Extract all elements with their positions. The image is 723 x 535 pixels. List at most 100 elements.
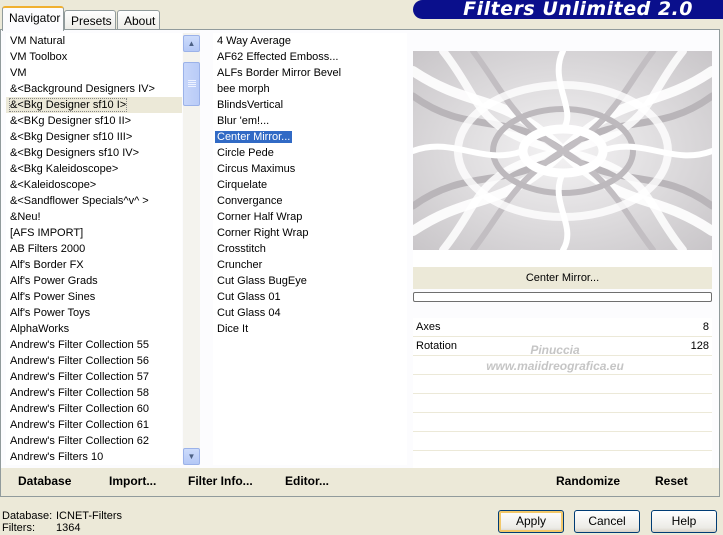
- param-row-empty: [413, 432, 712, 451]
- category-item[interactable]: &<Bkg Designers sf10 IV>: [6, 145, 182, 161]
- category-item-label: Andrew's Filter Collection 55: [10, 339, 150, 351]
- param-row-empty: [413, 375, 712, 394]
- filter-item[interactable]: Dice It: [213, 321, 407, 337]
- filter-item[interactable]: bee morph: [213, 81, 407, 97]
- category-item-label: &<Sandflower Specials^v^ >: [10, 195, 149, 207]
- watermark-line: Pinuccia: [530, 343, 580, 357]
- filter-item[interactable]: ALFs Border Mirror Bevel: [213, 65, 407, 81]
- filter-item[interactable]: 4 Way Average: [213, 33, 407, 49]
- filter-item[interactable]: Cirquelate: [213, 177, 407, 193]
- category-item-label: Andrew's Filter Collection 56: [10, 355, 150, 367]
- category-item-label: &<Bkg Designers sf10 IV>: [10, 147, 140, 159]
- category-item[interactable]: Alf's Power Sines: [6, 289, 182, 305]
- category-item[interactable]: VM: [6, 65, 182, 81]
- filter-item[interactable]: Blur 'em!...: [213, 113, 407, 129]
- filter-item[interactable]: AF62 Effected Emboss...: [213, 49, 407, 65]
- database-button[interactable]: Database: [18, 473, 71, 489]
- category-item-label: VM Natural: [10, 35, 66, 47]
- filters-count: 1364: [56, 522, 81, 534]
- category-item[interactable]: Andrew's Filter Collection 58: [6, 385, 182, 401]
- randomize-button[interactable]: Randomize: [556, 473, 620, 489]
- scroll-down-arrow-icon[interactable]: ▼: [183, 448, 200, 465]
- help-button[interactable]: Help: [651, 510, 717, 533]
- tab-about[interactable]: About: [117, 10, 160, 30]
- filter-item[interactable]: Convergance: [213, 193, 407, 209]
- filter-item[interactable]: Circus Maximus: [213, 161, 407, 177]
- reset-button[interactable]: Reset: [655, 473, 688, 489]
- preview-background: [413, 250, 712, 267]
- category-item[interactable]: Andrew's Filters 10: [6, 449, 182, 465]
- category-item-label: &Neu!: [10, 211, 41, 223]
- category-item[interactable]: &<BKg Designer sf10 II>: [6, 113, 182, 129]
- category-item[interactable]: Andrew's Filter Collection 62: [6, 433, 182, 449]
- scroll-thumb[interactable]: [183, 62, 200, 106]
- category-item-label: Andrew's Filters 10: [10, 451, 104, 463]
- category-scrollbar[interactable]: ▲ ▼: [183, 33, 200, 465]
- database-info: Database: ICNET-Filters Filters: 1364: [2, 510, 202, 534]
- filter-item-label: Cut Glass 04: [217, 307, 281, 319]
- bottom-toolbar: Database Import... Filter Info... Editor…: [1, 468, 719, 496]
- category-item[interactable]: AlphaWorks: [6, 321, 182, 337]
- filter-item[interactable]: BlindsVertical: [213, 97, 407, 113]
- category-item[interactable]: VM Toolbox: [6, 49, 182, 65]
- category-item-label: &<Bkg Designer sf10 III>: [10, 131, 133, 143]
- watermark: Pinuccia www.maiidreografica.eu: [445, 342, 665, 374]
- import-button[interactable]: Import...: [109, 473, 156, 489]
- apply-button[interactable]: Apply: [498, 510, 564, 533]
- category-item[interactable]: &<Bkg Designer sf10 I>: [6, 97, 182, 113]
- category-item[interactable]: &<Kaleidoscope>: [6, 177, 182, 193]
- filter-item[interactable]: Center Mirror...: [213, 129, 407, 145]
- filter-item[interactable]: Cut Glass BugEye: [213, 273, 407, 289]
- filter-item[interactable]: Corner Right Wrap: [213, 225, 407, 241]
- param-row-axes[interactable]: Axes 8: [413, 318, 712, 337]
- category-item[interactable]: Andrew's Filter Collection 57: [6, 369, 182, 385]
- filter-list[interactable]: 4 Way Average AF62 Effected Emboss... ALFs…: [213, 33, 407, 465]
- category-item[interactable]: Alf's Power Grads: [6, 273, 182, 289]
- category-item[interactable]: &<Bkg Designer sf10 III>: [6, 129, 182, 145]
- filter-item[interactable]: Cut Glass 01: [213, 289, 407, 305]
- parameter-table: Axes 8 Rotation 128: [413, 318, 712, 470]
- filter-item[interactable]: Cut Glass 04: [213, 305, 407, 321]
- category-item[interactable]: &<Background Designers IV>: [6, 81, 182, 97]
- category-item-label: Andrew's Filter Collection 61: [10, 419, 150, 431]
- category-item[interactable]: AB Filters 2000: [6, 241, 182, 257]
- category-list[interactable]: VM Natural VM Toolbox VM &<Background Desig…: [6, 33, 182, 465]
- filter-item[interactable]: Circle Pede: [213, 145, 407, 161]
- category-item-label: Alf's Power Grads: [10, 275, 98, 287]
- category-item[interactable]: &<Bkg Kaleidoscope>: [6, 161, 182, 177]
- category-item[interactable]: &Neu!: [6, 209, 182, 225]
- tab-navigator[interactable]: Navigator: [2, 6, 64, 31]
- category-item[interactable]: Andrew's Filter Collection 55: [6, 337, 182, 353]
- editor-button[interactable]: Editor...: [285, 473, 329, 489]
- param-label: Axes: [416, 321, 441, 333]
- filter-item[interactable]: Corner Half Wrap: [213, 209, 407, 225]
- scroll-up-arrow-icon[interactable]: ▲: [183, 35, 200, 52]
- filter-item-label: Blur 'em!...: [217, 115, 270, 127]
- param-row-empty: [413, 394, 712, 413]
- category-item-label: Andrew's Filter Collection 58: [10, 387, 150, 399]
- category-item-label: &<Kaleidoscope>: [10, 179, 97, 191]
- category-item-label: &<Bkg Kaleidoscope>: [10, 163, 119, 175]
- filter-item-label: Corner Right Wrap: [217, 227, 309, 239]
- progress-bar: [413, 292, 712, 302]
- filter-item[interactable]: Cruncher: [213, 257, 407, 273]
- category-item[interactable]: [AFS IMPORT]: [6, 225, 182, 241]
- filter-item[interactable]: Crosstitch: [213, 241, 407, 257]
- filter-info-button[interactable]: Filter Info...: [188, 473, 253, 489]
- category-item[interactable]: Alf's Power Toys: [6, 305, 182, 321]
- filter-item-label: Cirquelate: [217, 179, 268, 191]
- filter-item-label: Crosstitch: [217, 243, 266, 255]
- cancel-button[interactable]: Cancel: [574, 510, 640, 533]
- category-item-label: Alf's Power Toys: [10, 307, 91, 319]
- selected-effect-name: Center Mirror...: [413, 267, 712, 289]
- category-item[interactable]: Andrew's Filter Collection 60: [6, 401, 182, 417]
- filter-item-label: ALFs Border Mirror Bevel: [217, 67, 342, 79]
- tab-presets[interactable]: Presets: [64, 10, 116, 30]
- category-item[interactable]: VM Natural: [6, 33, 182, 49]
- category-item-label: VM: [10, 67, 27, 79]
- category-item[interactable]: Andrew's Filter Collection 56: [6, 353, 182, 369]
- category-item[interactable]: &<Sandflower Specials^v^ >: [6, 193, 182, 209]
- category-item[interactable]: Andrew's Filter Collection 61: [6, 417, 182, 433]
- category-item[interactable]: Alf's Border FX: [6, 257, 182, 273]
- param-value: 128: [690, 340, 709, 352]
